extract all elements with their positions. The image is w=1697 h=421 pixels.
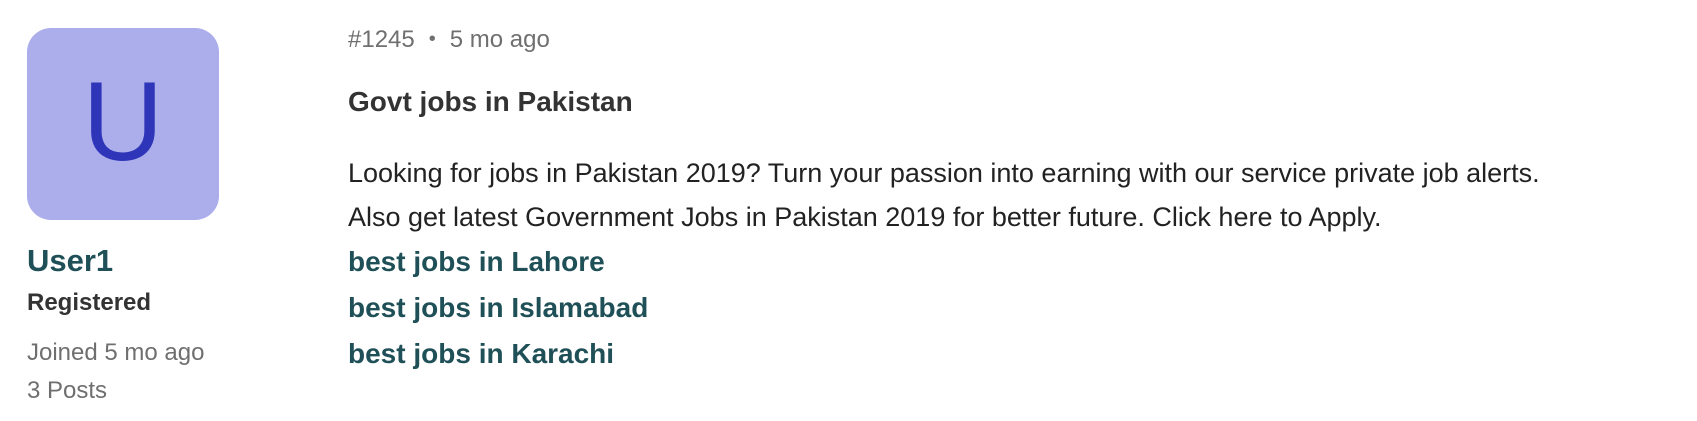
link-best-jobs-islamabad[interactable]: best jobs in Islamabad bbox=[348, 285, 1697, 331]
author-role: Registered bbox=[27, 289, 152, 316]
link-best-jobs-karachi[interactable]: best jobs in Karachi bbox=[348, 331, 1697, 377]
post-body-line: Looking for jobs in Pakistan 2019? Turn … bbox=[348, 158, 1540, 188]
author-joined: Joined 5 mo ago bbox=[27, 339, 205, 366]
post-id[interactable]: #1245 bbox=[348, 26, 415, 53]
author-name-link[interactable]: User1 bbox=[27, 242, 287, 280]
post-title: Govt jobs in Pakistan bbox=[348, 86, 633, 117]
post-links: best jobs in Lahore best jobs in Islamab… bbox=[348, 239, 1697, 377]
post-body-line: Also get latest Government Jobs in Pakis… bbox=[348, 202, 1382, 232]
link-best-jobs-lahore[interactable]: best jobs in Lahore bbox=[348, 239, 1697, 285]
post-body: Looking for jobs in Pakistan 2019? Turn … bbox=[348, 151, 1697, 239]
forum-post: U User1 Registered Joined 5 mo ago 3 Pos… bbox=[0, 0, 1697, 421]
author-panel: U User1 Registered Joined 5 mo ago 3 Pos… bbox=[27, 28, 287, 406]
post-content: #1245 • 5 mo ago Govt jobs in Pakistan Loo… bbox=[348, 22, 1697, 377]
avatar-initial: U bbox=[82, 59, 164, 184]
meta-separator: • bbox=[428, 28, 436, 50]
avatar[interactable]: U bbox=[27, 28, 219, 220]
author-post-count: 3 Posts bbox=[27, 377, 108, 404]
post-time: 5 mo ago bbox=[449, 26, 550, 53]
post-meta: #1245 • 5 mo ago bbox=[348, 22, 1697, 57]
